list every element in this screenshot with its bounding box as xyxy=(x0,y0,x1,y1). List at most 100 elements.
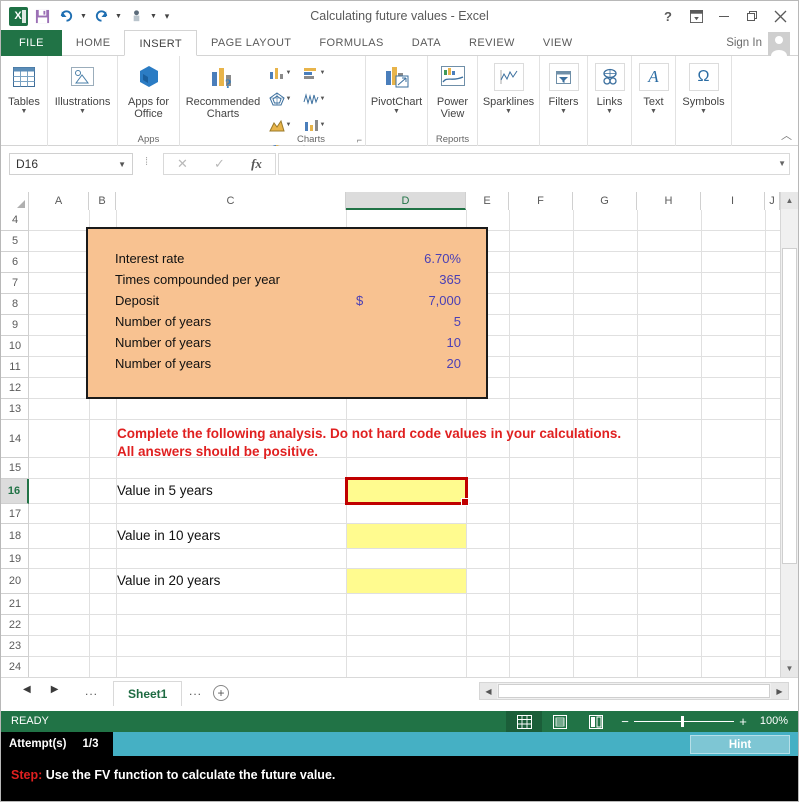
pivotchart-dropdown-icon[interactable]: ▼ xyxy=(393,108,400,116)
hint-button[interactable]: Hint xyxy=(690,735,790,754)
row-header-24[interactable]: 24 xyxy=(1,657,29,677)
zoom-slider-thumb[interactable] xyxy=(681,716,684,727)
sheet-right-ellipsis[interactable]: ... xyxy=(189,684,202,698)
tab-review[interactable]: REVIEW xyxy=(455,30,529,56)
row-header-10[interactable]: 10 xyxy=(1,336,29,357)
page-break-preview-icon[interactable] xyxy=(578,711,614,732)
column-chart-icon[interactable]: ▼ xyxy=(263,60,297,86)
bar-chart-icon[interactable]: ▼ xyxy=(297,60,331,86)
illustrations-dropdown-icon[interactable]: ▼ xyxy=(79,108,86,116)
save-icon[interactable] xyxy=(31,5,53,27)
text-button[interactable]: A Text ▼ xyxy=(635,56,672,116)
horizontal-scrollbar[interactable]: ◀ ▶ xyxy=(479,682,789,700)
radar-chart-icon[interactable]: ▼ xyxy=(263,86,297,112)
row-header-15[interactable]: 15 xyxy=(1,458,29,479)
answer-cell-d20[interactable] xyxy=(347,569,466,593)
redo-icon[interactable] xyxy=(90,5,112,27)
charts-dialog-launcher-icon[interactable]: ⌐ xyxy=(357,135,362,145)
name-box-dropdown-icon[interactable]: ▼ xyxy=(118,160,126,169)
column-header-g[interactable]: G xyxy=(573,192,637,210)
sign-in-button[interactable]: Sign In xyxy=(726,30,762,56)
column-header-e[interactable]: E xyxy=(466,192,509,210)
tab-data[interactable]: DATA xyxy=(398,30,455,56)
tab-file[interactable]: FILE xyxy=(1,30,62,56)
text-dropdown-icon[interactable]: ▼ xyxy=(650,108,657,116)
vertical-scroll-thumb[interactable] xyxy=(782,248,797,564)
tab-insert[interactable]: INSERT xyxy=(124,30,197,56)
filters-dropdown-icon[interactable]: ▼ xyxy=(560,108,567,116)
row-header-12[interactable]: 12 xyxy=(1,378,29,399)
row-header-11[interactable]: 11 xyxy=(1,357,29,378)
touch-mode-dropdown-icon[interactable]: ▼ xyxy=(149,5,158,27)
row-header-20[interactable]: 20 xyxy=(1,569,29,594)
tab-home[interactable]: HOME xyxy=(62,30,125,56)
row-header-16[interactable]: 16 xyxy=(1,479,29,504)
apps-for-office-button[interactable]: Apps for Office xyxy=(121,56,176,120)
column-header-i[interactable]: I xyxy=(701,192,765,210)
formula-input[interactable] xyxy=(278,153,790,175)
confirm-icon[interactable]: ✓ xyxy=(201,154,238,174)
zoom-control[interactable]: − + xyxy=(616,711,752,732)
vertical-scrollbar[interactable]: ▲ ▼ xyxy=(780,192,798,677)
cell-area[interactable]: Interest rate 6.70% Times compounded per… xyxy=(29,210,780,677)
links-dropdown-icon[interactable]: ▼ xyxy=(606,108,613,116)
previous-sheet-icon[interactable]: ◀ xyxy=(23,684,31,695)
undo-dropdown-icon[interactable]: ▼ xyxy=(79,5,88,27)
row-header-18[interactable]: 18 xyxy=(1,524,29,549)
sparklines-dropdown-icon[interactable]: ▼ xyxy=(505,108,512,116)
tab-view[interactable]: VIEW xyxy=(529,30,587,56)
add-sheet-icon[interactable]: + xyxy=(213,685,229,701)
row-header-17[interactable]: 17 xyxy=(1,504,29,524)
page-layout-view-icon[interactable] xyxy=(542,711,578,732)
tab-formulas[interactable]: FORMULAS xyxy=(305,30,397,56)
scroll-down-icon[interactable]: ▼ xyxy=(781,660,798,677)
links-button[interactable]: Links ▼ xyxy=(591,56,628,116)
column-header-a[interactable]: A xyxy=(29,192,89,210)
pivotchart-button[interactable]: PivotChart ▼ xyxy=(369,56,424,116)
horizontal-scroll-thumb[interactable] xyxy=(498,684,770,698)
insert-function-icon[interactable]: fx xyxy=(238,154,275,174)
recommended-charts-button[interactable]: ? Recommended Charts xyxy=(183,56,263,120)
ribbon-display-options-icon[interactable] xyxy=(682,5,710,27)
power-view-button[interactable]: Power View xyxy=(431,56,474,120)
illustrations-button[interactable]: Illustrations ▼ xyxy=(51,56,114,116)
symbols-button[interactable]: Ω Symbols ▼ xyxy=(679,56,728,116)
row-header-4[interactable]: 4 xyxy=(1,210,29,231)
expand-formula-bar-icon[interactable]: ▼ xyxy=(778,159,786,168)
redo-dropdown-icon[interactable]: ▼ xyxy=(114,5,123,27)
close-icon[interactable] xyxy=(766,5,794,27)
zoom-percentage[interactable]: 100% xyxy=(760,711,788,732)
column-header-c[interactable]: C xyxy=(116,192,346,210)
restore-icon[interactable] xyxy=(738,5,766,27)
sheet-left-ellipsis[interactable]: ... xyxy=(85,684,98,698)
zoom-slider[interactable] xyxy=(634,711,734,732)
row-header-14[interactable]: 14 xyxy=(1,420,29,458)
sparklines-button[interactable]: Sparklines ▼ xyxy=(481,56,536,116)
row-header-21[interactable]: 21 xyxy=(1,594,29,615)
undo-icon[interactable] xyxy=(55,5,77,27)
tables-button[interactable]: Tables ▼ xyxy=(4,56,44,116)
scroll-right-icon[interactable]: ▶ xyxy=(771,683,788,699)
help-icon[interactable]: ? xyxy=(654,5,682,27)
scroll-up-icon[interactable]: ▲ xyxy=(781,192,798,209)
sheet-tab-sheet1[interactable]: Sheet1 xyxy=(113,681,183,706)
tab-page-layout[interactable]: PAGE LAYOUT xyxy=(197,30,305,56)
next-sheet-icon[interactable]: ▶ xyxy=(51,684,59,695)
row-header-8[interactable]: 8 xyxy=(1,294,29,315)
column-header-f[interactable]: F xyxy=(509,192,573,210)
minimize-icon[interactable] xyxy=(710,5,738,27)
stock-chart-icon[interactable]: ▼ xyxy=(297,86,331,112)
column-header-b[interactable]: B xyxy=(89,192,116,210)
touch-mode-icon[interactable] xyxy=(125,5,147,27)
scroll-left-icon[interactable]: ◀ xyxy=(480,683,497,699)
row-header-9[interactable]: 9 xyxy=(1,315,29,336)
filters-button[interactable]: Filters ▼ xyxy=(543,56,584,116)
row-header-6[interactable]: 6 xyxy=(1,252,29,273)
answer-cell-d18[interactable] xyxy=(347,524,466,548)
row-header-22[interactable]: 22 xyxy=(1,615,29,636)
zoom-in-icon[interactable]: + xyxy=(734,714,752,729)
row-header-19[interactable]: 19 xyxy=(1,549,29,569)
row-header-5[interactable]: 5 xyxy=(1,231,29,252)
active-cell-selection[interactable] xyxy=(345,477,469,506)
collapse-ribbon-icon[interactable]: ︿ xyxy=(781,127,792,143)
